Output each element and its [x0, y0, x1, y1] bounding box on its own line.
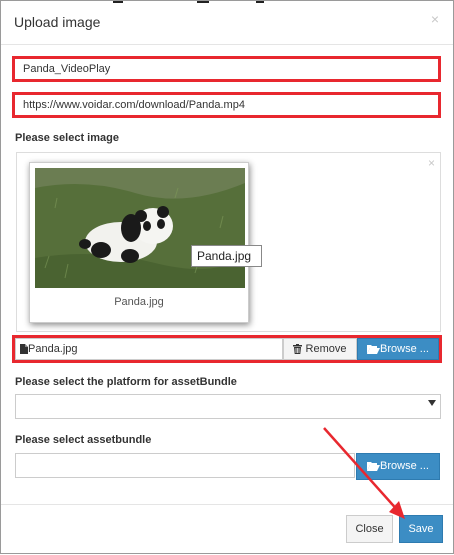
folder-open-icon	[367, 462, 381, 472]
assetbundle-browse-label: Browse ...	[380, 460, 429, 472]
thumbnail-caption: Panda.jpg	[114, 296, 164, 308]
close-button[interactable]: Close	[346, 515, 393, 543]
remove-label: Remove	[305, 343, 347, 355]
assetbundle-file-field[interactable]	[15, 453, 355, 478]
save-button[interactable]: Save	[399, 515, 443, 543]
file-icon	[20, 344, 28, 355]
select-image-label: Please select image	[15, 132, 119, 144]
image-preview-area: × Panda.jpg	[16, 152, 441, 332]
panda-thumbnail-image	[35, 168, 245, 288]
selected-file-field[interactable]: Panda.jpg	[15, 338, 283, 360]
image-thumbnail-card: Panda.jpg	[29, 162, 249, 323]
panda-photo	[35, 168, 245, 288]
assetbundle-label: Please select assetbundle	[15, 434, 152, 446]
name-input[interactable]: Panda_VideoPlay	[15, 59, 438, 79]
dialog-header: Upload image ×	[1, 1, 453, 45]
filename-tooltip: Panda.jpg	[191, 245, 262, 267]
image-browse-button[interactable]: Browse ...	[357, 338, 439, 360]
remove-button[interactable]: Remove	[283, 338, 357, 360]
upload-image-dialog: Upload image × Panda_VideoPlay https://w…	[0, 0, 454, 554]
trash-icon	[293, 344, 303, 355]
platform-label: Please select the platform for assetBund…	[15, 376, 237, 388]
folder-open-icon	[367, 345, 381, 355]
preview-close-icon[interactable]: ×	[428, 156, 435, 170]
selected-file-name: Panda.jpg	[28, 343, 78, 355]
dialog-title: Upload image	[14, 14, 101, 30]
close-icon[interactable]: ×	[429, 12, 441, 26]
image-file-row: Panda.jpg Remove Browse ...	[15, 338, 439, 360]
platform-select[interactable]	[15, 394, 441, 419]
caret-down-icon	[428, 400, 436, 406]
assetbundle-browse-button[interactable]: Browse ...	[356, 453, 440, 480]
url-input[interactable]: https://www.voidar.com/download/Panda.mp…	[15, 95, 438, 115]
image-browse-label: Browse ...	[380, 343, 429, 355]
